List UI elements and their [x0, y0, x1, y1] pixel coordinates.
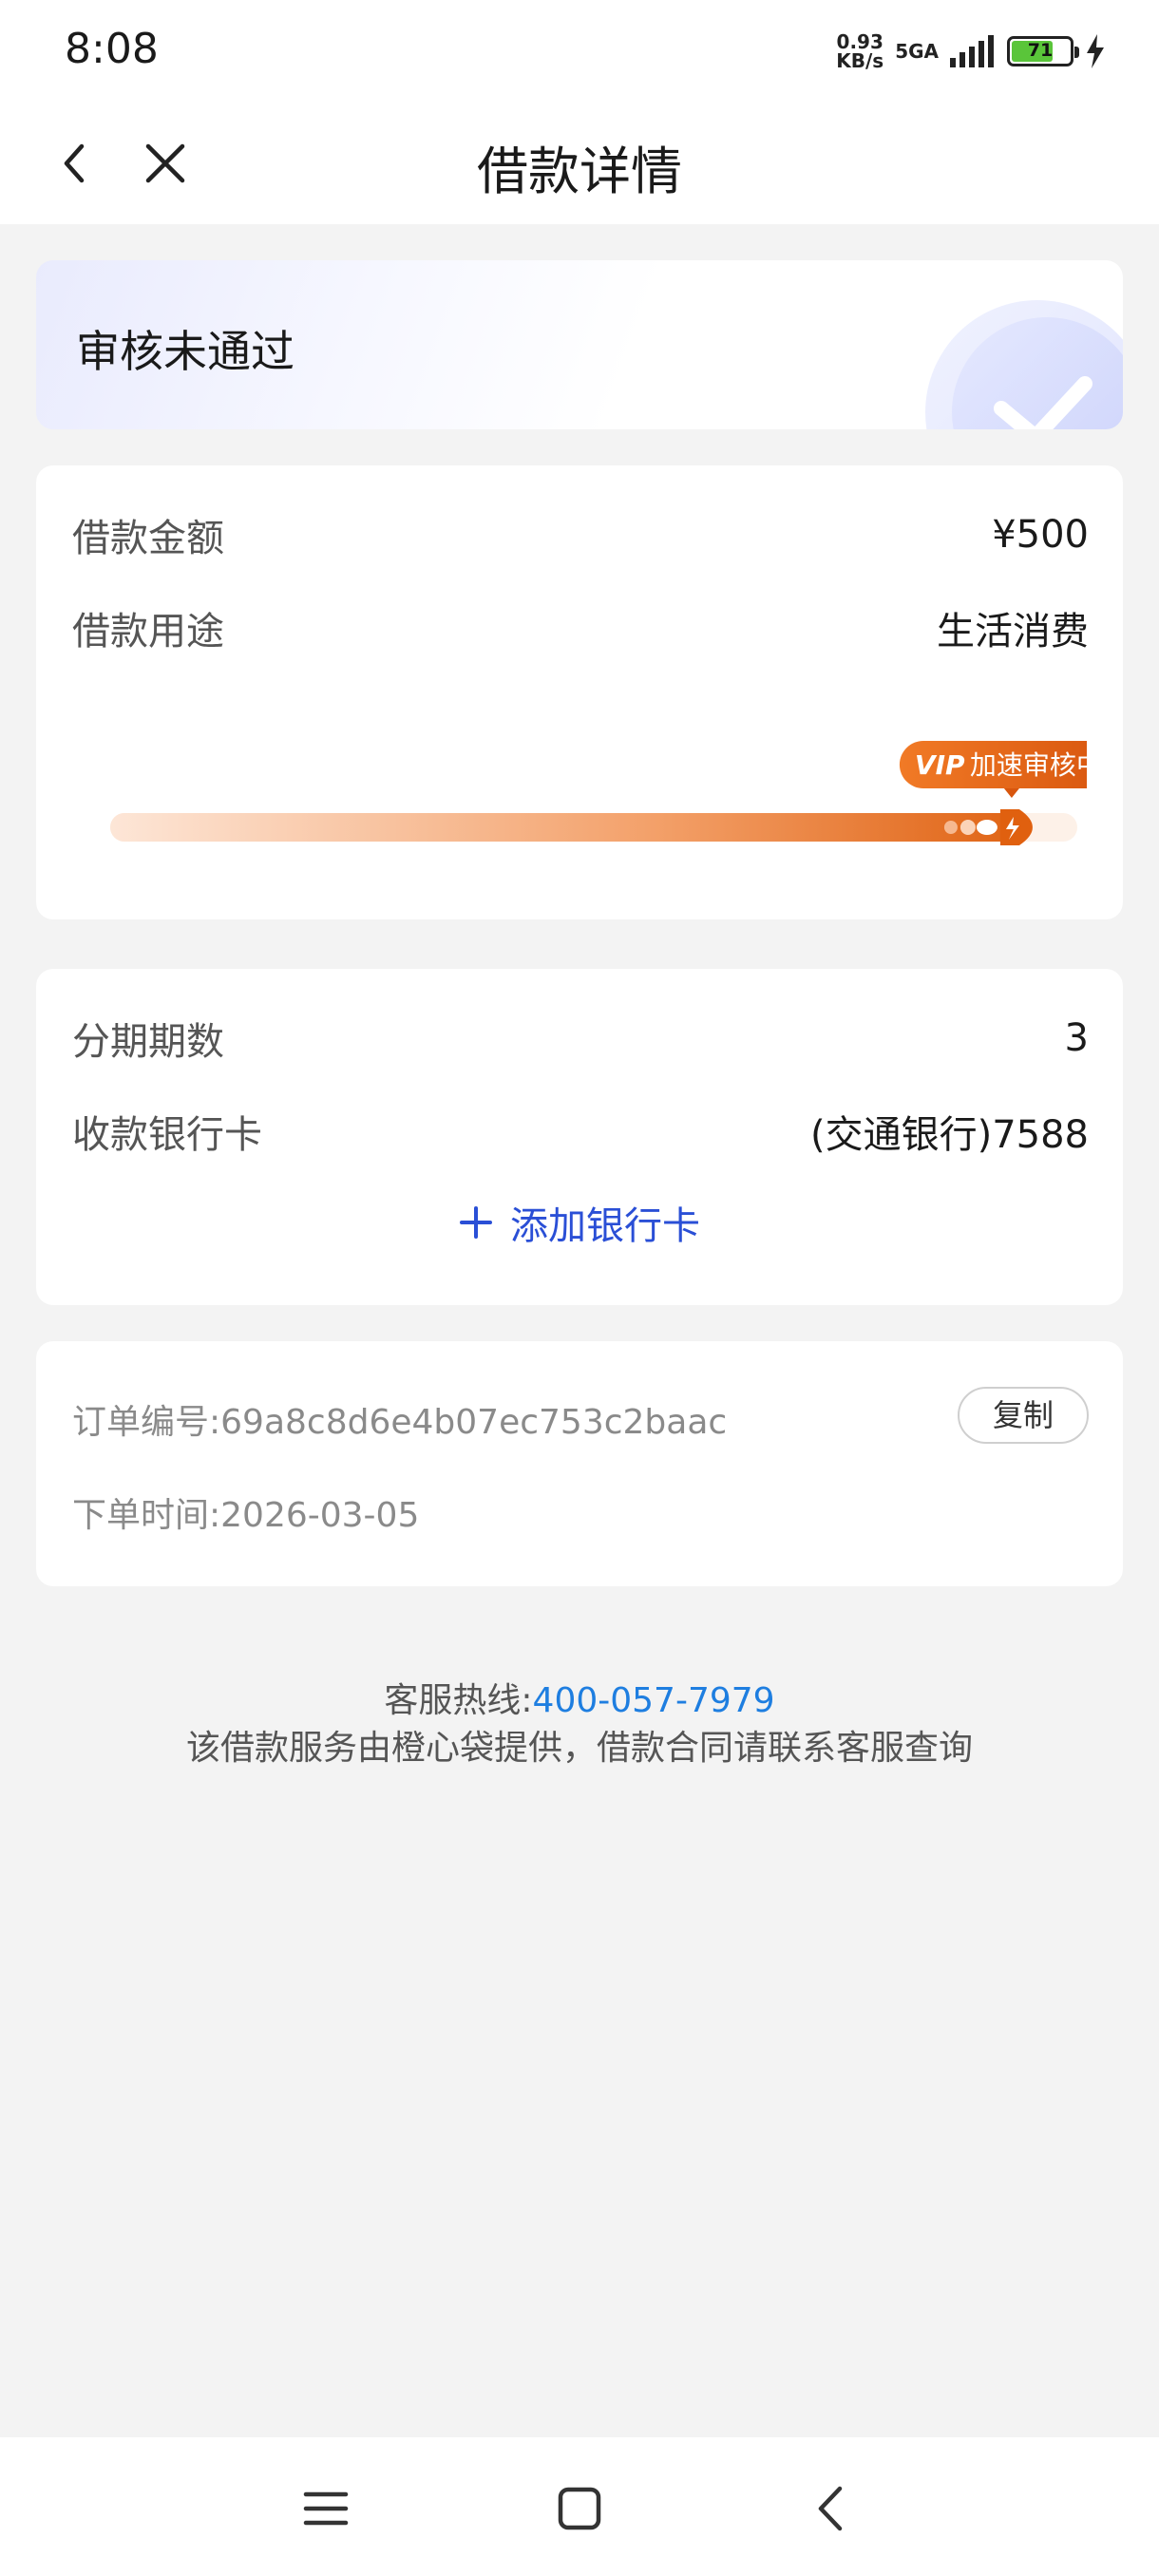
status-icons: 0.93 KB/s 5GA 71 [836, 32, 1106, 70]
review-status-card: 审核未通过 [36, 260, 1123, 429]
nav-bar: 借款详情 [0, 104, 1159, 224]
home-square-icon [558, 2487, 601, 2530]
installment-periods-row: 分期期数 3 [72, 1011, 1089, 1066]
installment-card: 分期期数 3 收款银行卡 (交通银行)7588 添加银行卡 [36, 969, 1123, 1305]
order-number-value: 69a8c8d6e4b07ec753c2baac [220, 1403, 728, 1442]
close-button[interactable] [139, 133, 192, 194]
loan-amount-label: 借款金额 [72, 517, 224, 560]
network-speed-unit: KB/s [836, 49, 884, 72]
bolt-icon [1087, 34, 1104, 68]
loan-amount-row: 借款金额 ¥500 [72, 507, 1089, 562]
loan-info-card: 借款金额 ¥500 借款用途 生活消费 VIP 加速审核 [36, 465, 1123, 919]
review-status-text: 审核未通过 [76, 326, 294, 377]
order-number-label: 订单编号: [72, 1403, 221, 1442]
home-button[interactable] [546, 2475, 613, 2542]
order-time-value: 2026-03-05 [220, 1496, 420, 1535]
bank-card-label: 收款银行卡 [72, 1113, 262, 1157]
battery-level: 71 [1027, 40, 1054, 61]
add-bank-card-button[interactable]: 添加银行卡 [36, 1195, 1123, 1250]
bank-card-row[interactable]: 收款银行卡 (交通银行)7588 [72, 1104, 1089, 1159]
loan-purpose-value: 生活消费 [937, 610, 1089, 653]
battery-icon: 71 [1007, 36, 1079, 66]
installment-periods-value: 3 [1064, 1016, 1089, 1060]
system-nav-bar [0, 2437, 1159, 2576]
review-progress: VIP 加速审核中 [72, 741, 1111, 845]
hotline-label: 客服热线: [384, 1681, 533, 1720]
bank-card-value: (交通银行)7588 [809, 1113, 1089, 1157]
back-button[interactable] [49, 133, 103, 194]
footer: 客服热线:400-057-7979 该借款服务由橙心袋提供，借款合同请联系客服查… [0, 1677, 1159, 1772]
order-time-label: 下单时间: [72, 1496, 221, 1535]
vip-badge-mark: VIP [915, 749, 965, 781]
order-time-row: 下单时间:2026-03-05 [72, 1487, 419, 1537]
network-speed: 0.93 KB/s [836, 32, 884, 70]
hotline-row: 客服热线:400-057-7979 [0, 1677, 1159, 1725]
check-circle-icon [925, 300, 1123, 429]
system-back-button[interactable] [798, 2475, 864, 2542]
network-type-group: 5GA [895, 40, 939, 63]
loan-purpose-row: 借款用途 生活消费 [72, 600, 1089, 655]
hotline-number-link[interactable]: 400-057-7979 [533, 1681, 775, 1720]
progress-fill [110, 813, 1019, 842]
review-progress-bar: VIP 加速审核中 [110, 741, 1111, 845]
order-number-row: 订单编号:69a8c8d6e4b07ec753c2baac [72, 1394, 727, 1444]
installment-periods-label: 分期期数 [72, 1020, 224, 1064]
vip-badge-text: 加速审核中 [970, 749, 1087, 781]
network-speed-value: 0.93 [836, 30, 884, 53]
chevron-left-icon [64, 143, 85, 183]
add-bank-card-label: 添加银行卡 [510, 1204, 700, 1248]
status-time: 8:08 [65, 25, 159, 73]
close-icon [145, 143, 185, 183]
loan-purpose-label: 借款用途 [72, 610, 224, 653]
menu-button[interactable] [293, 2475, 359, 2542]
service-note: 该借款服务由橙心袋提供，借款合同请联系客服查询 [185, 1729, 973, 1768]
signal-icon [950, 35, 994, 67]
order-info-card: 订单编号:69a8c8d6e4b07ec753c2baac 复制 下单时间:20… [36, 1341, 1123, 1586]
menu-icon [303, 2491, 349, 2526]
vip-badge: VIP 加速审核中 [899, 741, 1111, 798]
plus-icon [460, 1206, 492, 1239]
copy-button[interactable]: 复制 [958, 1387, 1089, 1444]
network-type: 5GA [895, 40, 939, 63]
loan-amount-value: ¥500 [992, 513, 1089, 557]
back-triangle-icon [818, 2486, 843, 2531]
status-bar: 8:08 0.93 KB/s 5GA 71 [0, 0, 1159, 104]
